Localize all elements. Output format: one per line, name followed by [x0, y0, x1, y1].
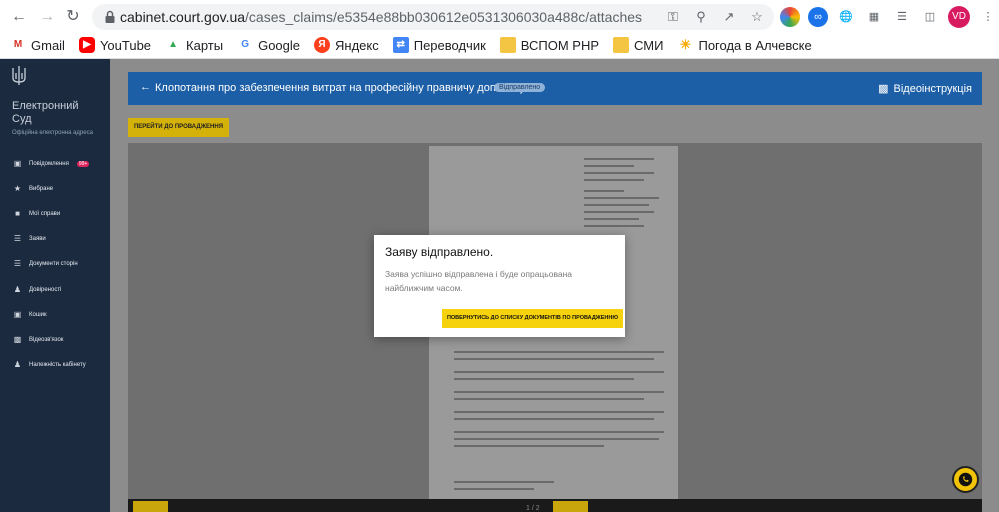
extension-infinity-icon[interactable]: ∞	[808, 7, 828, 27]
globe-icon[interactable]: 🌐	[836, 7, 856, 27]
bookmark-google[interactable]: G Google	[237, 37, 300, 53]
back-arrow-icon[interactable]: ←	[140, 81, 151, 93]
folder-icon	[499, 37, 516, 53]
zoom-icon[interactable]: ⚲	[692, 8, 710, 26]
reload-icon[interactable]: ↻	[62, 6, 84, 28]
sidebar-item-cabinet-ownership[interactable]: ♟ Належність кабінету	[0, 353, 110, 378]
address-bar[interactable]: cabinet.court.gov.ua/cases_claims/e5354e…	[92, 4, 774, 30]
phone-support-button[interactable]	[952, 466, 979, 493]
sun-icon: ☀	[679, 37, 692, 52]
back-icon[interactable]: ←	[8, 6, 30, 28]
page-navigation-bar: 1 / 2	[128, 499, 982, 512]
sidebar-menu: ▣ Повідомлення 99+ ★ Вибране ■ Мої справи ☰ З…	[0, 151, 110, 378]
folder-icon: ■	[15, 208, 20, 218]
forward-icon[interactable]: →	[36, 6, 58, 28]
modal-title: Заяву відправлено.	[385, 245, 494, 259]
bookmark-folder-vspom[interactable]: ВСПОМ РНР	[499, 37, 599, 53]
sidebar: Електронний Суд Офіційна електронна адре…	[0, 59, 110, 512]
yandex-icon: Я	[314, 37, 331, 53]
status-badge: Відправлено	[494, 83, 546, 92]
share-icon[interactable]: ↗	[720, 8, 738, 26]
video-icon: ▩	[878, 83, 889, 95]
sidebar-item-party-documents[interactable]: ☰ Документи сторін	[0, 252, 110, 277]
bookmark-translate[interactable]: ⇄ Переводчик	[392, 37, 486, 53]
maps-icon: ▲	[168, 39, 178, 50]
bookmarks-bar: M Gmail ▶ YouTube ▲ Карты G Google Я Яндекс ⇄…	[0, 33, 999, 57]
translate-icon: ⇄	[392, 37, 409, 53]
modal-message: Заява успішно відправлена і буде опрацьо…	[385, 269, 573, 293]
sidebar-item-favorites[interactable]: ★ Вибране	[0, 176, 110, 201]
star-icon: ★	[13, 183, 22, 193]
playlist-icon[interactable]: ☰	[892, 7, 912, 27]
next-page-button[interactable]	[553, 501, 588, 512]
menu-dots-icon[interactable]: ⋮	[978, 7, 998, 27]
users-icon: ♟	[13, 284, 22, 294]
bookmark-maps[interactable]: ▲ Карты	[165, 37, 223, 53]
wallet-icon: ▣	[13, 309, 22, 319]
sidepanel-icon[interactable]: ◫	[920, 7, 940, 27]
sidebar-item-wallet[interactable]: ▣ Кошик	[0, 302, 110, 327]
brand-subtitle: Офіційна електронна адреса	[12, 130, 93, 136]
bookmark-star-icon[interactable]: ☆	[748, 8, 766, 26]
brand-title: Електронний Суд	[12, 100, 79, 125]
url-text: cabinet.court.gov.ua/cases_claims/e5354e…	[120, 9, 643, 25]
notification-badge: 99+	[76, 160, 90, 167]
page-indicator: 1 / 2	[526, 505, 540, 512]
return-to-documents-button[interactable]: ПОВЕРНУТИСЬ ДО СПИСКУ ДОКУМЕНТІВ ПО ПРОВ…	[442, 309, 623, 328]
lock-icon	[105, 10, 115, 23]
list-icon: ☰	[13, 234, 22, 244]
browser-chrome: ← → ↻ cabinet.court.gov.ua/cases_claims/…	[0, 0, 999, 59]
claim-header: ← Клопотання про забезпечення витрат на …	[128, 72, 982, 105]
prev-page-button[interactable]	[133, 501, 168, 512]
puzzle-icon[interactable]: ▦	[864, 7, 884, 27]
sidebar-item-messages[interactable]: ▣ Повідомлення 99+	[0, 151, 110, 176]
extension-color-icon[interactable]	[780, 7, 800, 27]
bookmark-yandex[interactable]: Я Яндекс	[314, 37, 379, 53]
message-icon: ▣	[13, 158, 22, 168]
bookmark-youtube[interactable]: ▶ YouTube	[78, 37, 151, 53]
claim-title: Клопотання про забезпечення витрат на пр…	[155, 82, 526, 94]
success-modal: Заяву відправлено. Заява успішно відправ…	[374, 235, 625, 337]
youtube-icon: ▶	[78, 37, 95, 53]
sidebar-item-claims[interactable]: ☰ Заяви	[0, 227, 110, 252]
google-icon: G	[241, 39, 249, 50]
trident-logo-icon	[12, 66, 26, 85]
documents-icon: ☰	[13, 259, 22, 269]
sidebar-item-video-call[interactable]: ▩ Відеозв'язок	[0, 327, 110, 352]
folder-icon	[613, 37, 630, 53]
phone-icon	[958, 472, 973, 487]
profile-avatar[interactable]: VD	[948, 6, 970, 28]
browser-toolbar: ← → ↻ cabinet.court.gov.ua/cases_claims/…	[0, 0, 999, 33]
gmail-icon: M	[13, 39, 23, 50]
video-instruction-link[interactable]: ▩ Відеоінструкція	[878, 82, 972, 96]
key-icon[interactable]: ⚿	[664, 8, 682, 26]
video-icon: ▩	[13, 334, 22, 344]
sidebar-item-cases[interactable]: ■ Мої справи	[0, 201, 110, 226]
bookmark-gmail[interactable]: M Gmail	[10, 37, 65, 53]
bookmark-folder-smi[interactable]: СМИ	[613, 37, 663, 53]
bookmark-weather[interactable]: ☀ Погода в Алчевске	[677, 37, 812, 53]
person-icon: ♟	[13, 360, 22, 370]
go-to-proceeding-button[interactable]: ПЕРЕЙТИ ДО ПРОВАДЖЕННЯ	[128, 118, 229, 137]
sidebar-item-powers-of-attorney[interactable]: ♟ Довіреності	[0, 277, 110, 302]
